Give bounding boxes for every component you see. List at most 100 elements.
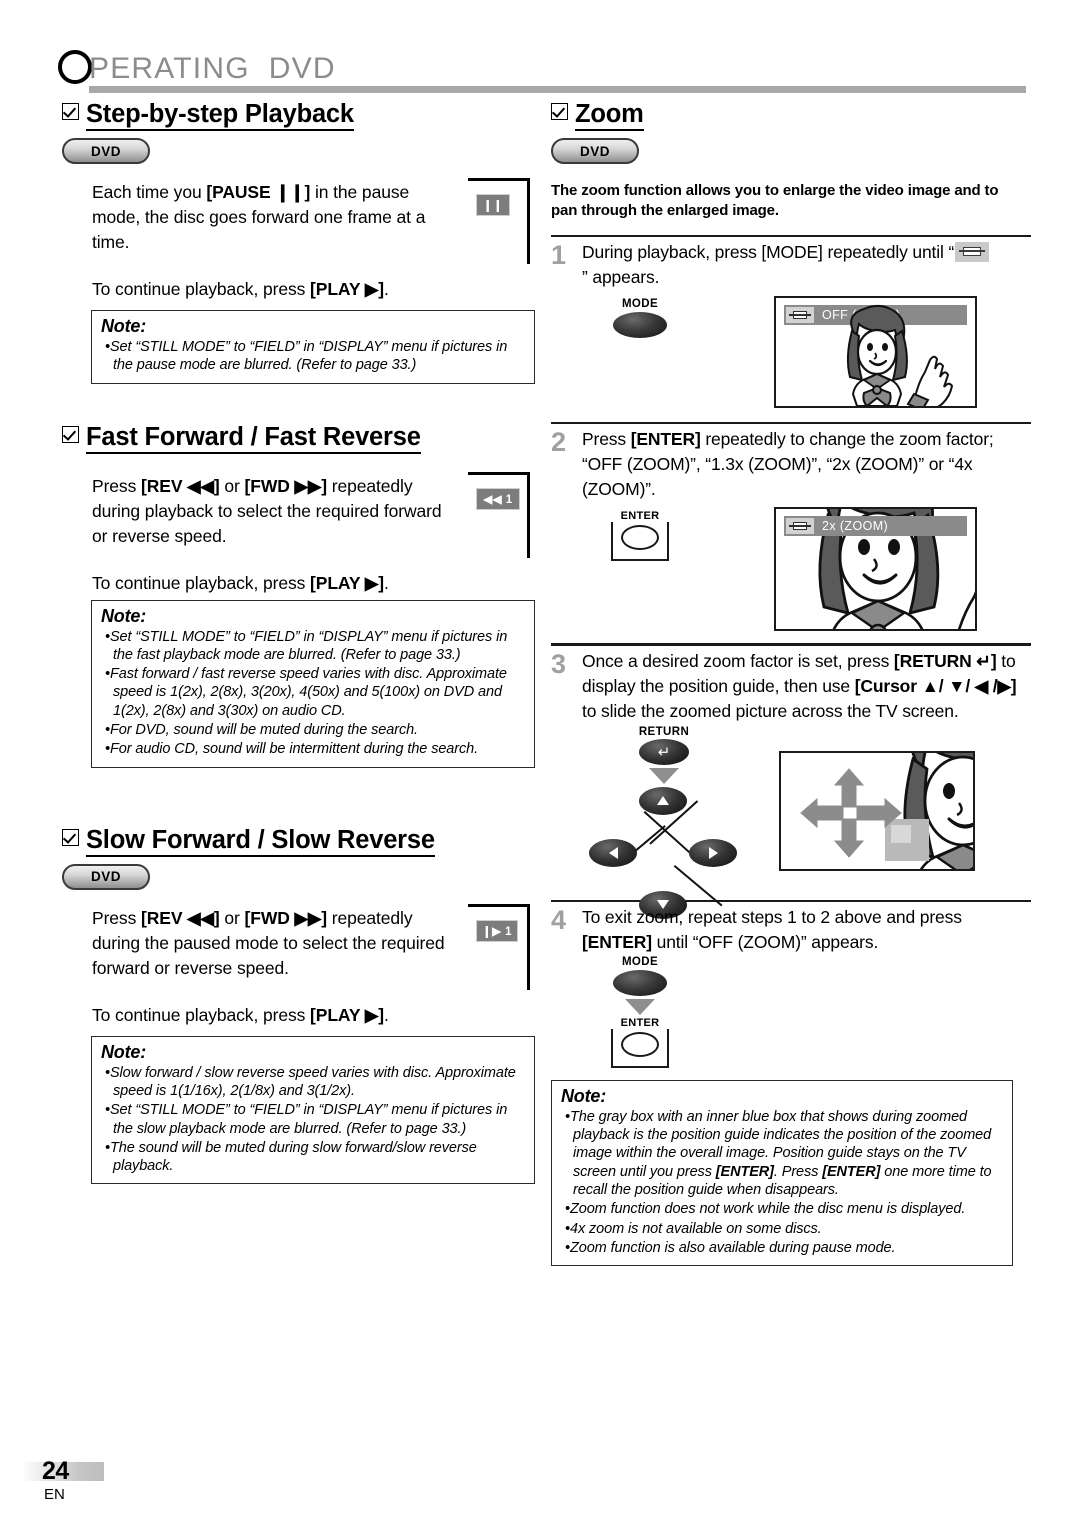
- zoom-intro-text: The zoom function allows you to enlarge …: [551, 182, 999, 219]
- note-list: Set “STILL MODE” to “FIELD” in “DISPLAY”…: [101, 338, 525, 375]
- step-text: Once a desired zoom factor is set, press…: [582, 650, 1017, 721]
- section-heading: Step-by-step Playback: [62, 100, 540, 131]
- checkbox-icon: [62, 425, 79, 443]
- header-drop-cap-o: [58, 50, 92, 84]
- note-item: The gray box with an inner blue box that…: [561, 1108, 1003, 1199]
- paragraph-1: Press [REV ◀◀] or [FWD ▶▶] repeatedly du…: [92, 475, 442, 546]
- step-number: 2: [551, 427, 567, 458]
- section-title: Zoom: [575, 100, 644, 131]
- step-1: 1 During playback, press [MODE] repeated…: [551, 240, 1031, 290]
- cursor-pad: [589, 786, 737, 919]
- header-rule: [89, 86, 1026, 93]
- note-item: Fast forward / fast reverse speed varies…: [101, 665, 525, 720]
- mode-button[interactable]: [613, 312, 667, 339]
- note-item: The sound will be muted during slow forw…: [101, 1139, 525, 1176]
- section-heading: Fast Forward / Fast Reverse: [62, 422, 540, 454]
- step-number: 1: [551, 240, 567, 271]
- diamond-line: [643, 810, 693, 855]
- paragraph-1: Press [REV ◀◀] or [FWD ▶▶] repeatedly du…: [92, 907, 445, 978]
- return-cursor-group: RETURN ↵: [589, 726, 739, 919]
- step-4: 4 To exit zoom, repeat steps 1 to 2 abov…: [551, 905, 1031, 955]
- section-heading-zoom: Zoom: [551, 100, 1031, 131]
- slow-key-chip: ❙▶ 1: [476, 919, 518, 942]
- page-number: 24: [42, 1457, 69, 1485]
- mode-button-label: MODE: [621, 298, 659, 311]
- step-divider: [551, 235, 1031, 238]
- note-box-zoom: Note: The gray box with an inner blue bo…: [551, 1079, 1013, 1267]
- mode-button-group[interactable]: MODE: [605, 298, 675, 339]
- callout-bracket-side: [527, 471, 530, 558]
- step-divider: [551, 643, 1031, 646]
- return-button[interactable]: ↵: [639, 738, 689, 765]
- note-title: Note:: [561, 1085, 606, 1106]
- note-list: Set “STILL MODE” to “FIELD” in “DISPLAY”…: [101, 628, 525, 759]
- slow-key-callout: ❙▶ 1: [468, 903, 530, 990]
- rev-key-chip: ◀◀ 1: [476, 487, 520, 510]
- mode-button[interactable]: [613, 969, 667, 996]
- zoom-mode-icon: [955, 242, 990, 263]
- note-box-fast-playback: Note: Set “STILL MODE” to “FIELD” in “DI…: [91, 599, 535, 768]
- callout-bracket-top: [468, 471, 530, 475]
- section-title: Fast Forward / Fast Reverse: [86, 422, 421, 454]
- tv-screen-position-guide: [779, 750, 975, 871]
- paragraph-2: To continue playback, press [PLAY ▶].: [92, 1004, 389, 1025]
- cursor-up-button[interactable]: [639, 786, 687, 815]
- paragraph-2: To continue playback, press [PLAY ▶].: [92, 572, 389, 593]
- callout-bracket-side: [527, 178, 530, 264]
- note-item: Set “STILL MODE” to “FIELD” in “DISPLAY”…: [101, 338, 525, 375]
- dvd-badge: DVD: [62, 863, 150, 890]
- return-button-label: RETURN: [638, 725, 690, 738]
- cursor-left-button[interactable]: [589, 838, 637, 867]
- note-item: For DVD, sound will be muted during the …: [101, 721, 525, 739]
- step-text: During playback, press [MODE] repeatedly…: [582, 240, 1030, 290]
- note-item: For audio CD, sound will be intermittent…: [101, 740, 525, 758]
- step-divider: [551, 422, 1031, 425]
- step-text-before: During playback, press [MODE] repeatedly…: [582, 242, 955, 263]
- section-step-by-step-playback: Step-by-step Playback DVD ❙❙ Each time y…: [62, 100, 540, 384]
- section-heading: Slow Forward / Slow Reverse: [62, 825, 540, 857]
- mode-button-group-step4[interactable]: MODE ENTER: [605, 956, 675, 1068]
- dvd-badge: DVD: [551, 138, 639, 164]
- flow-arrow-down-icon: [649, 767, 679, 784]
- note-item: Set “STILL MODE” to “FIELD” in “DISPLAY”…: [101, 628, 525, 665]
- enter-button-group[interactable]: ENTER: [610, 510, 670, 562]
- arrow-left-icon: [608, 846, 618, 859]
- girl-illustration-full: [846, 305, 954, 407]
- step-text-after: ” appears.: [582, 267, 660, 288]
- paragraph-2: To continue playback, press [PLAY ▶].: [92, 279, 389, 299]
- zoom-osd-icon: [786, 518, 814, 535]
- pause-key-chip: ❙❙: [476, 194, 510, 216]
- checkbox-icon: [62, 828, 79, 846]
- rev-key-callout: ◀◀ 1: [468, 471, 530, 558]
- arrow-right-icon: [708, 846, 718, 859]
- osd-label: 2x (ZOOM): [822, 519, 889, 534]
- callout-bracket-side: [527, 903, 530, 990]
- section-slow-forward-slow-reverse: Slow Forward / Slow Reverse DVD ❙▶ 1 Pre…: [62, 825, 540, 1185]
- callout-bracket-top: [468, 178, 530, 181]
- tv-screen-2x-zoom: 2x (ZOOM): [774, 507, 977, 632]
- enter-button-label: ENTER: [611, 510, 669, 523]
- section-title: Step-by-step Playback: [86, 100, 354, 131]
- callout-bracket-top: [468, 903, 530, 907]
- right-column: Zoom DVD The zoom function allows you to…: [551, 100, 1031, 1267]
- step-2: 2 Press [ENTER] repeatedly to change the…: [551, 427, 1031, 502]
- step-number: 4: [551, 904, 567, 935]
- step-text: To exit zoom, repeat steps 1 to 2 above …: [582, 906, 962, 952]
- section-fast-forward-fast-reverse: Fast Forward / Fast Reverse ◀◀ 1 Press […: [62, 422, 540, 768]
- checkbox-icon: [62, 103, 79, 120]
- paragraph-1: Each time you [PAUSE ❙❙] in the pause mo…: [92, 182, 426, 252]
- checkbox-icon: [551, 103, 568, 120]
- enter-button-group-step4[interactable]: ENTER: [610, 1016, 670, 1068]
- osd-bar: 2x (ZOOM): [784, 516, 967, 537]
- note-list: Slow forward / slow reverse speed varies…: [101, 1064, 525, 1176]
- note-list: The gray box with an inner blue box that…: [561, 1108, 1003, 1257]
- note-item: Set “STILL MODE” to “FIELD” in “DISPLAY”…: [101, 1101, 525, 1138]
- note-item: Zoom function is also available during p…: [561, 1239, 1003, 1257]
- pan-arrows-overlay-icon: [800, 767, 902, 858]
- cursor-right-button[interactable]: [689, 838, 737, 867]
- enter-button[interactable]: [621, 1031, 659, 1057]
- step-3: 3 Once a desired zoom factor is set, pre…: [551, 649, 1031, 724]
- tv-screen-off-zoom: OFF (ZOOM): [774, 296, 977, 409]
- step-number: 3: [551, 648, 567, 679]
- page-title: PERATING DVD: [89, 52, 336, 85]
